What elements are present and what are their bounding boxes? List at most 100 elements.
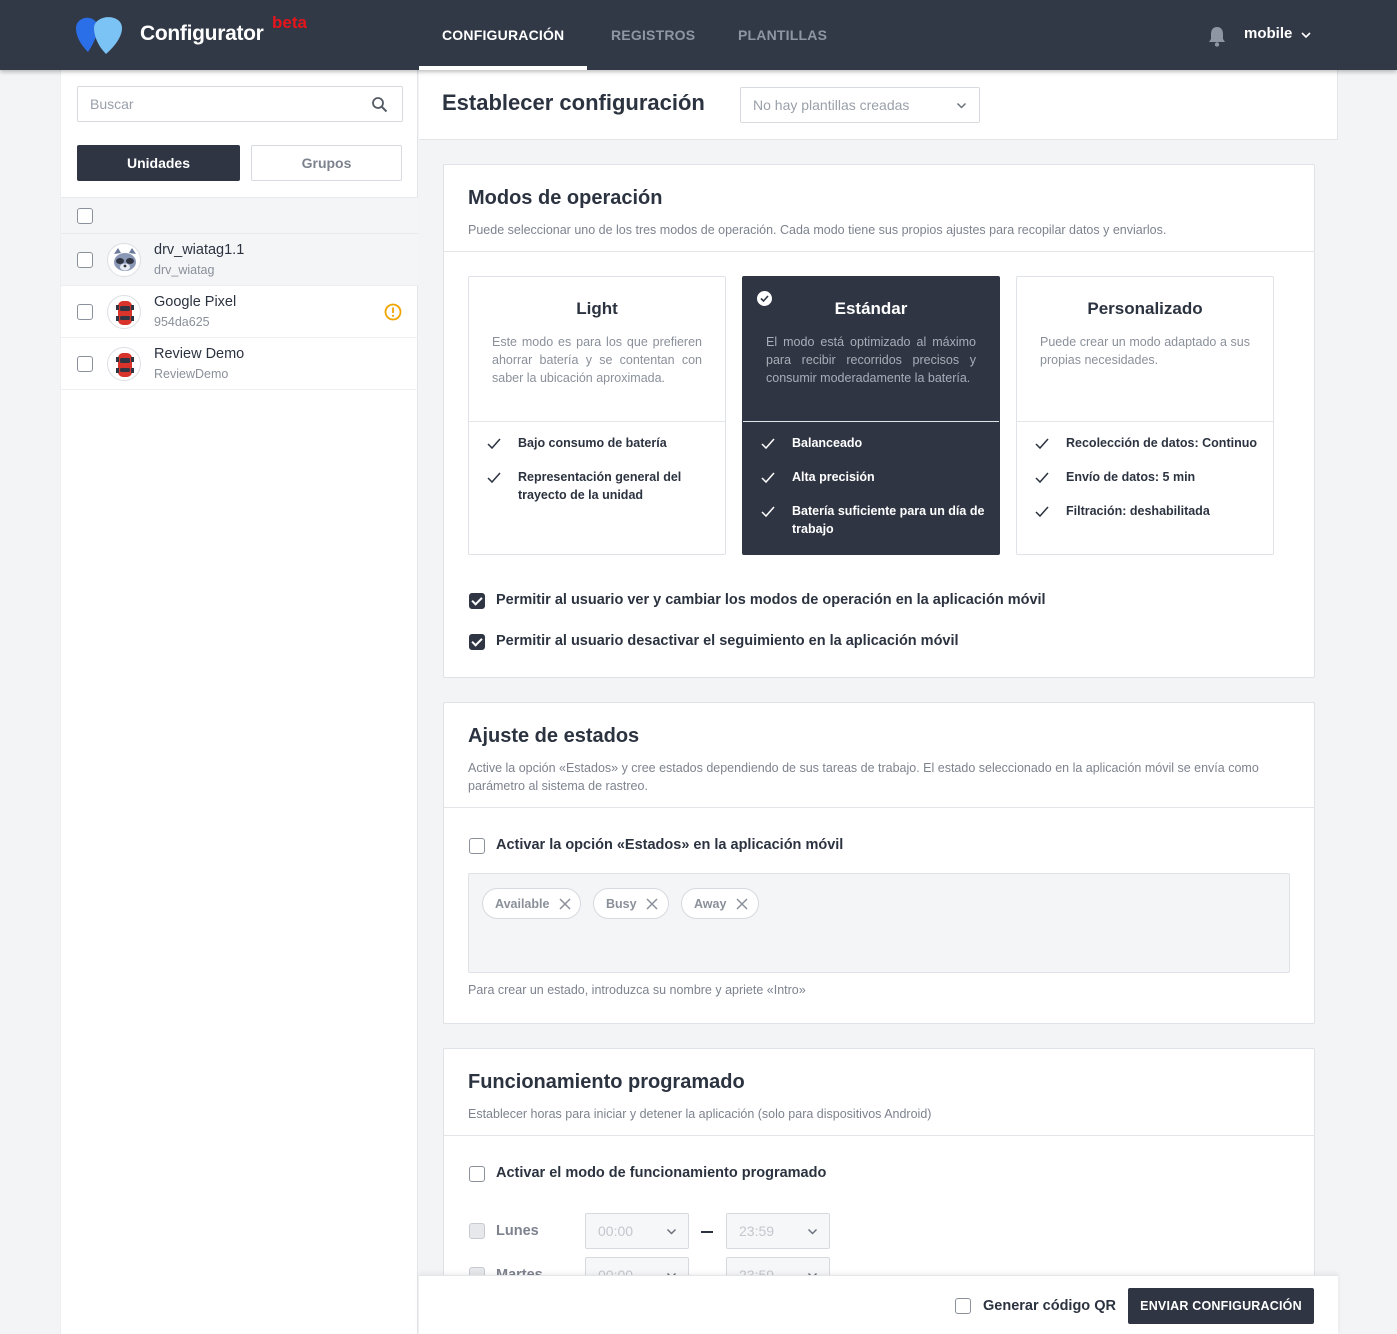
day-checkbox[interactable] <box>469 1223 485 1239</box>
unit-name: Review Demo <box>154 346 245 362</box>
groups-tab-button[interactable]: Grupos <box>251 145 402 181</box>
unit-id: ReviewDemo <box>154 367 229 381</box>
warning-icon[interactable] <box>384 303 402 321</box>
mode-feature: Alta precisión <box>792 470 875 484</box>
units-tab-button[interactable]: Unidades <box>77 145 240 181</box>
schedule-title: Funcionamiento programado <box>468 1071 745 1093</box>
mode-title: Light <box>576 299 618 318</box>
configurator-logo-icon[interactable] <box>74 14 126 56</box>
states-tag-input[interactable]: Available Busy Away <box>468 873 1290 973</box>
car-icon <box>116 301 134 325</box>
avatar <box>107 295 141 329</box>
unit-checkbox[interactable] <box>77 304 93 320</box>
send-configuration-button[interactable]: ENVIAR CONFIGURACIÓN <box>1128 1288 1314 1324</box>
allow-disable-tracking-label: Permitir al usuario desactivar el seguim… <box>496 633 959 649</box>
mode-description: Este modo es para los que prefieren ahor… <box>492 335 702 385</box>
time-range-dash <box>701 1231 713 1233</box>
modes-title: Modos de operación <box>468 187 663 209</box>
top-bar: Configurator beta CONFIGURACIÓN REGISTRO… <box>0 0 1397 70</box>
unit-row[interactable]: drv_wiatag1.1 drv_wiatag <box>61 234 418 286</box>
divider <box>444 251 1314 252</box>
divider <box>444 1135 1314 1136</box>
main-content: Establecer configuración No hay plantill… <box>419 70 1338 1334</box>
mode-feature: Bajo consumo de batería <box>518 436 667 450</box>
unit-id: 954da625 <box>154 315 210 329</box>
mode-feature: Filtración: deshabilitada <box>1066 504 1210 518</box>
divider <box>743 421 999 422</box>
avatar <box>107 243 141 277</box>
start-time-select[interactable]: 00:00 <box>585 1213 689 1249</box>
chevron-down-icon <box>956 102 967 109</box>
action-footer: Generar código QR ENVIAR CONFIGURACIÓN <box>419 1275 1338 1334</box>
allow-change-modes-label: Permitir al usuario ver y cambiar los mo… <box>496 592 1046 608</box>
check-icon <box>1035 506 1049 518</box>
avatar <box>107 347 141 381</box>
close-icon[interactable] <box>559 898 571 910</box>
search-icon[interactable] <box>371 96 388 113</box>
state-tag: Away <box>681 888 759 919</box>
enable-states-checkbox[interactable] <box>469 838 485 854</box>
mode-title: Estándar <box>834 299 908 318</box>
end-time-select[interactable]: 23:59 <box>726 1213 830 1249</box>
search-placeholder: Buscar <box>90 96 134 112</box>
beta-badge: beta <box>272 13 307 32</box>
car-icon <box>116 353 134 377</box>
mode-title: Personalizado <box>1087 299 1203 318</box>
bell-icon[interactable] <box>1207 25 1227 47</box>
tab-registros[interactable]: REGISTROS <box>611 0 695 70</box>
start-time-value: 00:00 <box>598 1223 634 1239</box>
search-input[interactable]: Buscar <box>77 86 403 122</box>
enable-schedule-checkbox[interactable] <box>469 1166 485 1182</box>
end-time-value: 23:59 <box>739 1223 775 1239</box>
state-tag: Available <box>482 888 581 919</box>
select-all-row <box>61 197 418 234</box>
sidebar: Buscar Unidades Grupos drv_wiatag1.1 drv… <box>60 70 418 1334</box>
check-icon <box>1035 438 1049 450</box>
operation-modes-card: Modos de operación Puede seleccionar uno… <box>443 164 1315 678</box>
chevron-down-icon <box>807 1228 818 1235</box>
states-title: Ajuste de estados <box>468 725 640 747</box>
unit-checkbox[interactable] <box>77 356 93 372</box>
check-icon <box>761 438 775 450</box>
modes-description: Puede seleccionar uno de los tres modos … <box>468 223 1167 237</box>
check-icon <box>487 438 501 450</box>
tab-configuracion[interactable]: CONFIGURACIÓN <box>442 0 564 70</box>
check-icon <box>761 506 775 518</box>
unit-name: Google Pixel <box>154 294 237 310</box>
page-title: Establecer configuración <box>442 90 705 115</box>
allow-change-modes-checkbox[interactable] <box>469 593 485 609</box>
raccoon-icon <box>114 248 136 271</box>
chevron-down-icon[interactable] <box>1300 29 1312 41</box>
mode-description: Puede crear un modo adaptado a sus propi… <box>1040 335 1250 367</box>
unit-checkbox[interactable] <box>77 252 93 268</box>
close-icon[interactable] <box>646 898 658 910</box>
check-icon <box>1035 472 1049 484</box>
unit-row[interactable]: Review Demo ReviewDemo <box>61 338 418 390</box>
state-tag-label: Away <box>694 897 727 911</box>
state-tag-label: Busy <box>606 897 637 911</box>
template-select-value: No hay plantillas creadas <box>753 97 910 113</box>
chevron-down-icon <box>666 1228 677 1235</box>
divider <box>1017 421 1273 422</box>
mode-standard[interactable]: Estándar El modo está optimizado al máxi… <box>742 276 1000 555</box>
generate-qr-checkbox[interactable] <box>955 1298 971 1314</box>
select-all-checkbox[interactable] <box>77 208 93 224</box>
state-tag: Busy <box>593 888 669 919</box>
states-description: Active la opción «Estados» y cree estado… <box>468 761 1259 793</box>
close-icon[interactable] <box>736 898 748 910</box>
template-select[interactable]: No hay plantillas creadas <box>740 87 980 123</box>
user-menu[interactable]: mobile <box>1244 25 1292 42</box>
unit-name: drv_wiatag1.1 <box>154 242 245 258</box>
divider <box>444 807 1314 808</box>
enable-schedule-label: Activar el modo de funcionamiento progra… <box>496 1165 827 1181</box>
mode-custom[interactable]: Personalizado Puede crear un modo adapta… <box>1016 276 1274 555</box>
brand-name: Configurator <box>140 22 264 45</box>
check-icon <box>761 472 775 484</box>
mode-light[interactable]: Light Este modo es para los que prefiere… <box>468 276 726 555</box>
tab-plantillas[interactable]: PLANTILLAS <box>738 0 827 70</box>
mode-feature: Recolección de datos: Continuo <box>1066 436 1257 450</box>
allow-disable-tracking-checkbox[interactable] <box>469 634 485 650</box>
unit-row[interactable]: Google Pixel 954da625 <box>61 286 418 338</box>
states-hint: Para crear un estado, introduzca su nomb… <box>468 983 806 997</box>
active-tab-indicator <box>419 66 587 70</box>
